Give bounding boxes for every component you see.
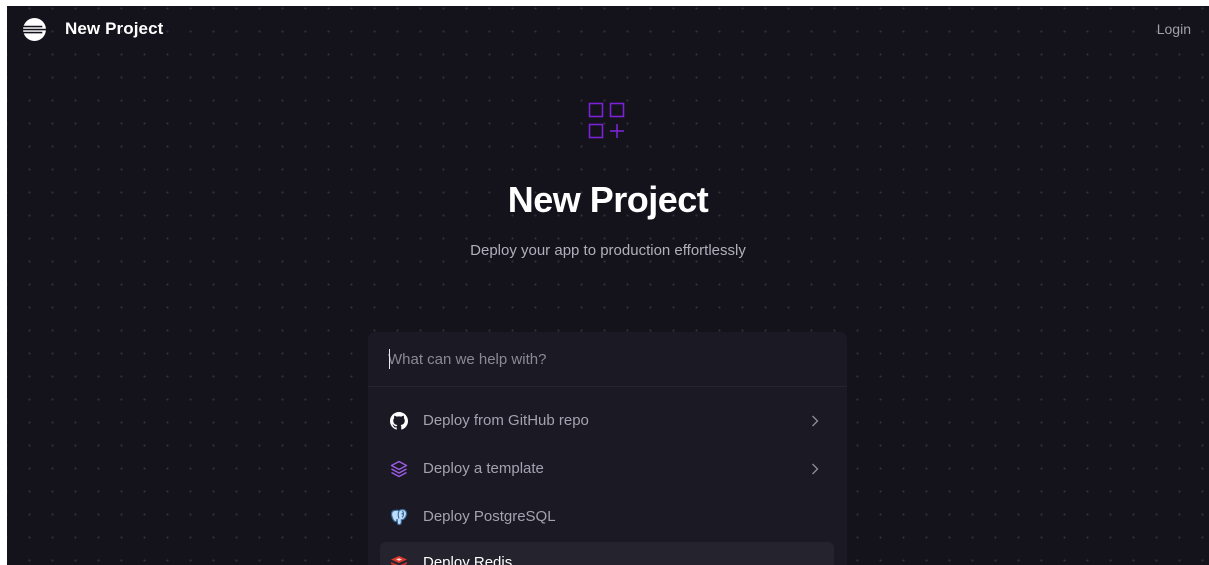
login-link[interactable]: Login: [1157, 21, 1191, 37]
search-bar: [368, 332, 847, 387]
top-bar: New Project Login: [7, 6, 1209, 52]
menu-item-postgresql[interactable]: Deploy PostgreSQL: [380, 496, 834, 538]
chevron-right-icon: [812, 415, 819, 427]
grid-plus-icon: [588, 102, 625, 139]
page-title: New Project: [507, 179, 709, 220]
menu-item-github-repo[interactable]: Deploy from GitHub repo: [380, 400, 834, 442]
menu-item-label: Deploy Redis: [423, 554, 513, 565]
menu-item-template[interactable]: Deploy a template: [380, 448, 834, 490]
chevron-right-icon: [812, 463, 819, 475]
menu-item-label: Deploy from GitHub repo: [423, 412, 589, 429]
menu-item-label: Deploy a template: [423, 460, 544, 477]
search-input[interactable]: [388, 346, 828, 372]
postgresql-icon: [390, 508, 408, 526]
github-icon: [390, 412, 408, 430]
app-title: New Project: [65, 19, 164, 38]
command-palette: Deploy from GitHub repo Deploy a templat…: [368, 332, 847, 565]
railway-logo-icon[interactable]: [22, 17, 47, 42]
redis-icon: [391, 556, 407, 565]
menu-item-redis[interactable]: Deploy Redis: [380, 542, 834, 565]
app-window: New Project Login New Project Deploy you…: [7, 6, 1209, 565]
menu-item-label: Deploy PostgreSQL: [423, 508, 556, 525]
page-subtitle: Deploy your app to production effortless…: [470, 242, 746, 259]
layers-icon: [390, 460, 408, 478]
text-cursor: [389, 349, 390, 369]
